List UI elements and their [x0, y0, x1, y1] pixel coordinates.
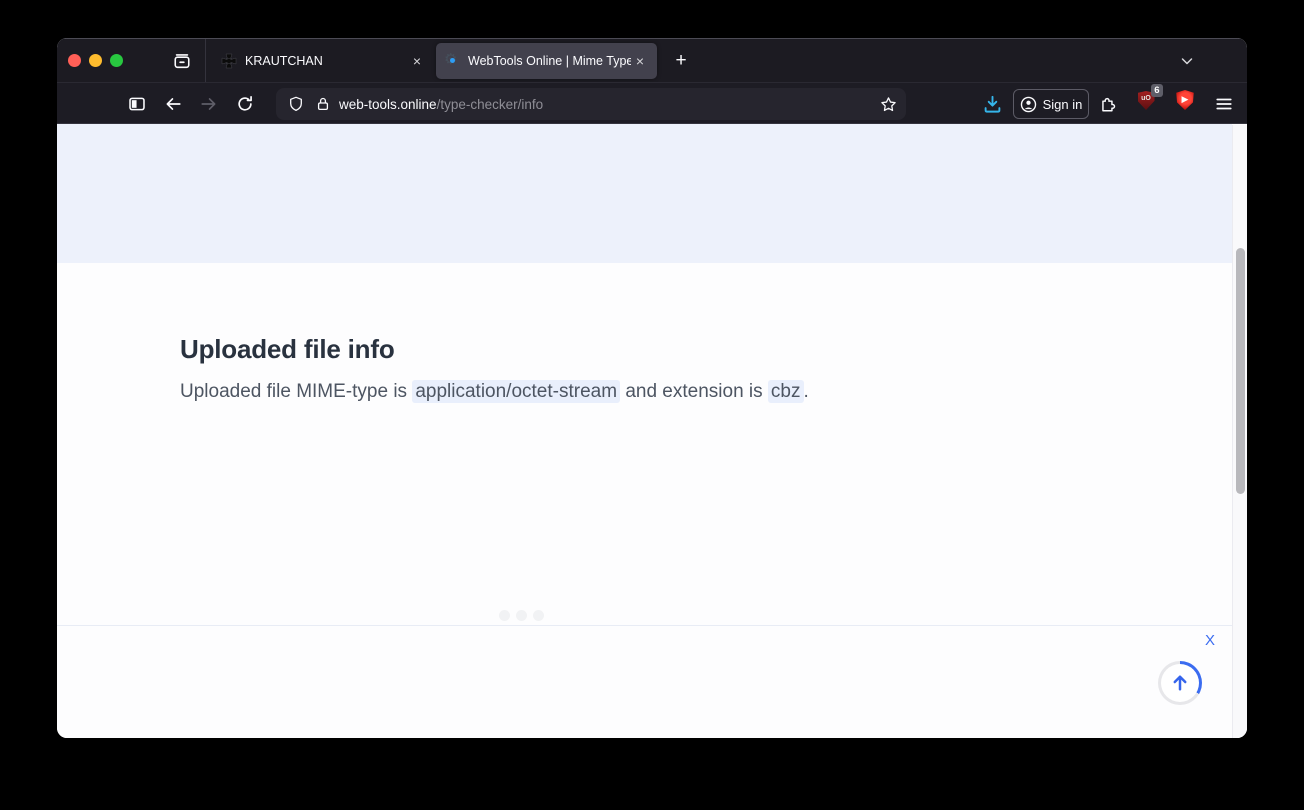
tab-separator [205, 39, 206, 83]
reload-icon [236, 95, 254, 113]
url-text: web-tools.online/type-checker/info [339, 97, 543, 112]
bookmark-star-button[interactable] [876, 92, 900, 116]
iron-cross-favicon-icon [221, 53, 237, 69]
ublock-badge: 6 [1151, 84, 1163, 97]
arrow-up-icon [1170, 673, 1190, 693]
browser-window: KRAUTCHAN × ⚙ WebTools Online | Mime Typ… [57, 38, 1247, 738]
star-icon [880, 96, 897, 113]
tab-close-button[interactable]: × [631, 52, 649, 70]
close-window-button[interactable] [68, 54, 81, 67]
forward-button[interactable] [193, 88, 225, 120]
video-extension-button[interactable]: ▶ [1175, 90, 1195, 110]
page-content: Uploaded file info Uploaded file MIME-ty… [57, 124, 1247, 738]
url-path: /type-checker/info [437, 97, 544, 112]
firefox-view-icon [173, 52, 191, 70]
firefox-view-button[interactable] [170, 49, 194, 73]
list-all-tabs-button[interactable] [1173, 49, 1201, 73]
tab-title: WebTools Online | Mime Type Ch [468, 54, 631, 68]
tab-krautchan[interactable]: KRAUTCHAN × [207, 43, 434, 79]
mime-type-value: application/octet-stream [412, 380, 620, 403]
downloads-button[interactable] [976, 88, 1008, 120]
sign-in-label: Sign in [1043, 97, 1083, 112]
tab-title: KRAUTCHAN [245, 54, 408, 68]
chevron-down-icon [1179, 53, 1195, 69]
navigation-toolbar: web-tools.online/type-checker/info Sign … [57, 82, 1247, 124]
hero-band [57, 124, 1232, 263]
zoom-window-button[interactable] [110, 54, 123, 67]
account-icon [1020, 96, 1037, 113]
scroll-to-top-button[interactable] [1158, 661, 1202, 705]
play-shield-icon: ▶ [1176, 90, 1195, 110]
loading-dots [499, 610, 544, 621]
page-title: Uploaded file info [180, 334, 395, 365]
back-arrow-icon [164, 95, 182, 113]
url-bar[interactable]: web-tools.online/type-checker/info [276, 88, 906, 120]
sidebar-toggle-button[interactable] [121, 88, 153, 120]
scrollbar-thumb[interactable] [1236, 248, 1245, 494]
sidebar-icon [128, 95, 146, 113]
file-info-text: Uploaded file MIME-type is application/o… [180, 381, 809, 403]
puzzle-piece-icon [1099, 95, 1117, 113]
download-icon [983, 95, 1002, 114]
tab-webtools-active[interactable]: ⚙ WebTools Online | Mime Type Ch × [436, 43, 657, 79]
new-tab-button[interactable]: + [667, 47, 695, 75]
url-domain: web-tools.online [339, 97, 437, 112]
forward-arrow-icon [200, 95, 218, 113]
sign-in-button[interactable]: Sign in [1013, 89, 1089, 119]
ublock-origin-button[interactable]: uO 6 [1136, 90, 1156, 110]
back-button[interactable] [157, 88, 189, 120]
tab-bar: KRAUTCHAN × ⚙ WebTools Online | Mime Typ… [57, 38, 1247, 82]
hamburger-menu-icon [1215, 95, 1233, 113]
reload-button[interactable] [229, 88, 261, 120]
gear-favicon-icon: ⚙ [444, 53, 460, 69]
tab-close-button[interactable]: × [408, 52, 426, 70]
tracking-protection-shield-icon[interactable] [288, 96, 304, 112]
banner-close-button[interactable]: X [1205, 632, 1215, 649]
minimize-window-button[interactable] [89, 54, 102, 67]
extension-value: cbz [768, 380, 804, 403]
banner-divider [57, 625, 1232, 626]
scrollbar-track[interactable] [1232, 125, 1247, 738]
lock-icon[interactable] [315, 96, 331, 112]
extensions-button[interactable] [1092, 88, 1124, 120]
menu-button[interactable] [1208, 88, 1240, 120]
